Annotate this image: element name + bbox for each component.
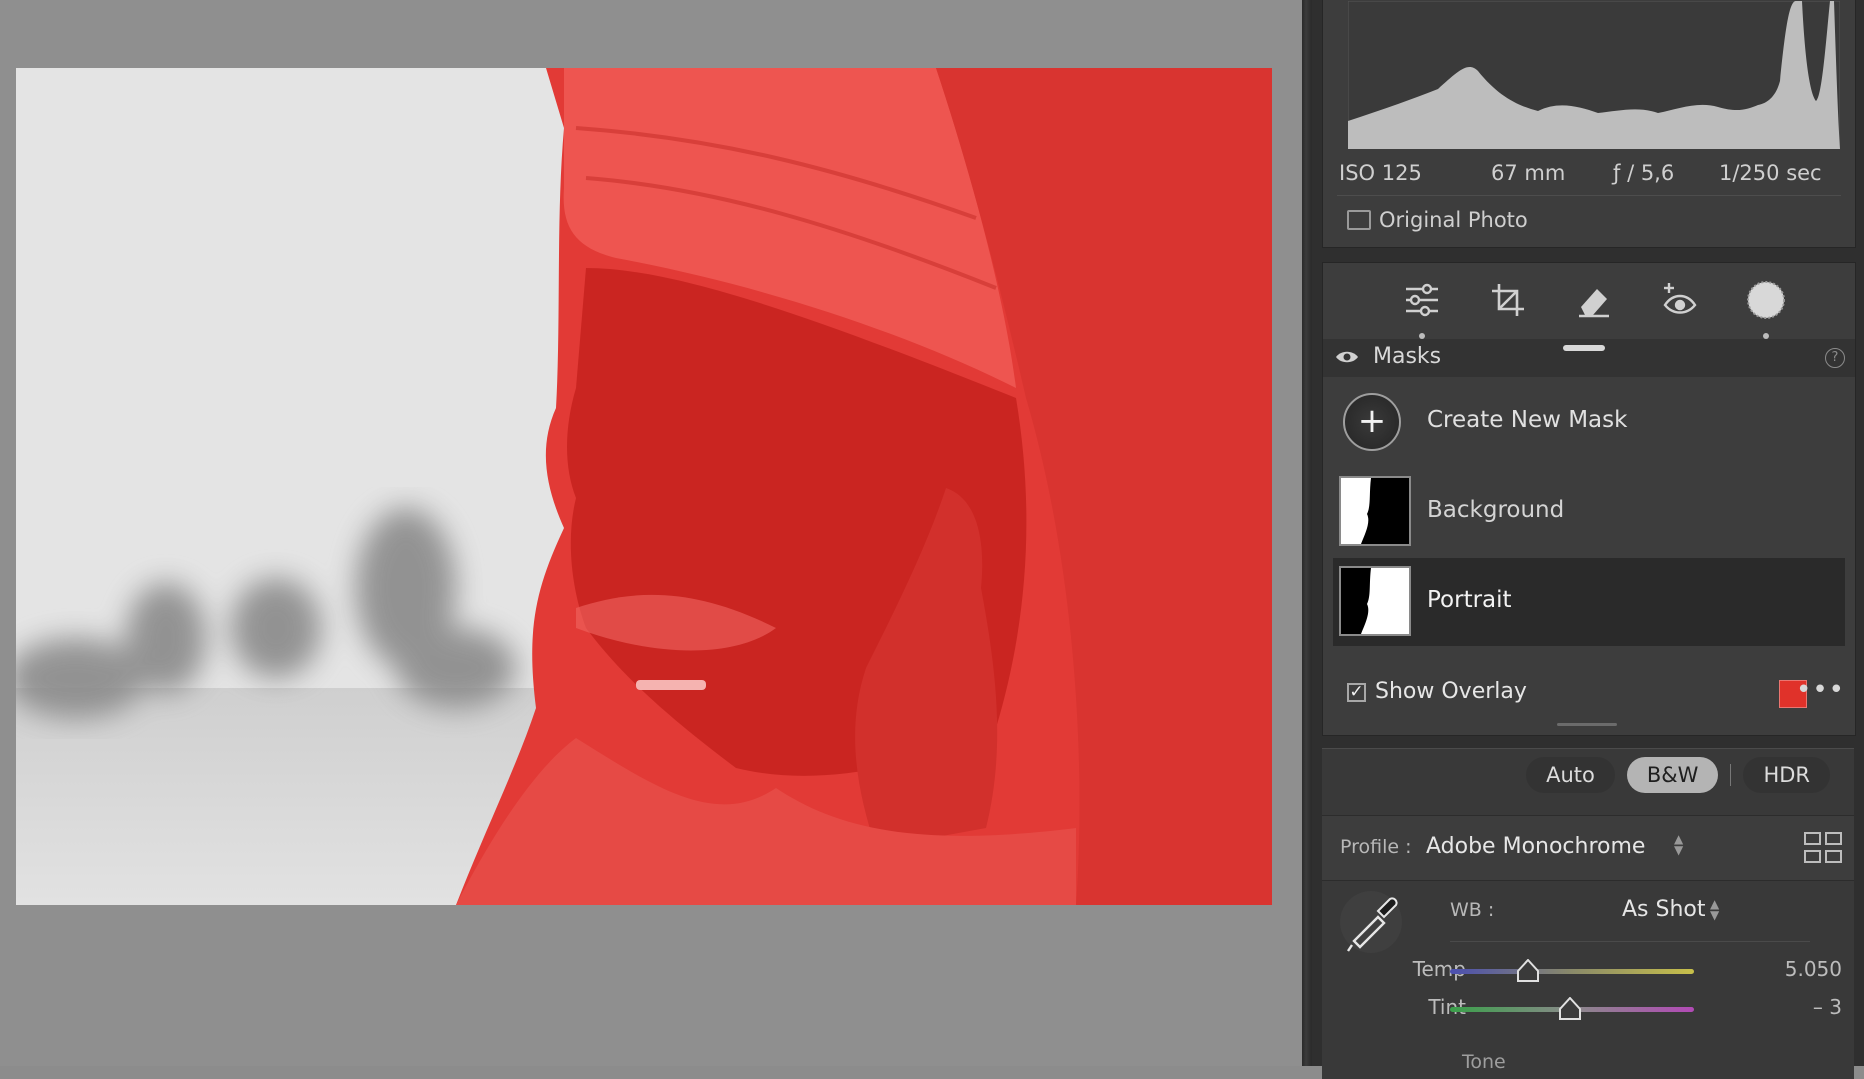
drag-handle-bottom[interactable] <box>1557 723 1617 726</box>
temp-slider-track[interactable] <box>1450 969 1694 974</box>
tool-strip <box>1323 263 1855 339</box>
more-options-icon[interactable]: ••• <box>1796 675 1845 705</box>
treatment-separator <box>1730 764 1732 786</box>
profile-row: Profile : Adobe Monochrome ▲ ▼ <box>1322 815 1854 881</box>
hdr-button[interactable]: HDR <box>1743 757 1830 793</box>
exif-aperture: ƒ / 5,6 <box>1613 161 1675 185</box>
image-canvas <box>0 0 1302 1066</box>
wb-label: WB : <box>1450 899 1495 921</box>
exif-focal-length: 67 mm <box>1491 161 1566 185</box>
bw-button[interactable]: B&W <box>1626 757 1719 793</box>
wb-stepper-icon[interactable]: ▲ ▼ <box>1710 898 1719 921</box>
profile-browser-icon[interactable] <box>1804 832 1842 864</box>
create-new-mask-row[interactable]: + Create New Mask <box>1323 377 1855 463</box>
show-overlay-row: ✓ Show Overlay ••• <box>1323 659 1855 723</box>
tint-value[interactable]: – 3 <box>1813 995 1842 1019</box>
eye-icon[interactable] <box>1335 349 1359 369</box>
mask-item-background[interactable]: Background <box>1333 468 1845 556</box>
mask-label-portrait: Portrait <box>1427 587 1512 613</box>
redeye-icon[interactable] <box>1657 277 1703 323</box>
auto-button[interactable]: Auto <box>1526 757 1615 793</box>
drag-handle-top[interactable] <box>1563 345 1605 351</box>
mask-label-background: Background <box>1427 497 1565 523</box>
crop-icon[interactable] <box>1485 277 1531 323</box>
eyedropper-icon[interactable] <box>1338 889 1404 959</box>
remove-icon[interactable] <box>1571 277 1617 323</box>
basic-panel: Auto B&W HDR Profile : Adobe Monochrome … <box>1322 748 1854 1079</box>
original-photo-checkbox[interactable] <box>1347 210 1371 230</box>
original-photo-toggle[interactable]: Original Photo <box>1347 208 1528 232</box>
mask-item-portrait[interactable]: Portrait <box>1333 558 1845 646</box>
histogram-graph <box>1348 1 1840 149</box>
exif-iso: ISO 125 <box>1339 161 1422 185</box>
edit-icon[interactable] <box>1399 277 1445 339</box>
show-overlay-label[interactable]: Show Overlay <box>1375 679 1527 704</box>
create-new-mask-label[interactable]: Create New Mask <box>1427 407 1627 433</box>
help-icon[interactable]: ? <box>1825 348 1845 368</box>
temp-slider-row: Temp 5.050 <box>1322 953 1854 989</box>
profile-stepper-icon[interactable]: ▲ ▼ <box>1674 833 1683 856</box>
mask-thumbnail-portrait <box>1339 566 1411 636</box>
masks-title: Masks <box>1373 344 1442 369</box>
photo-preview[interactable] <box>16 68 1272 905</box>
masking-icon[interactable] <box>1743 277 1789 339</box>
panel-divider[interactable] <box>1302 0 1312 1066</box>
histogram-panel: ISO 125 67 mm ƒ / 5,6 1/250 sec Original… <box>1322 0 1856 248</box>
wb-dropdown[interactable]: As Shot <box>1622 897 1706 922</box>
profile-label: Profile : <box>1340 836 1412 858</box>
profile-dropdown[interactable]: Adobe Monochrome <box>1426 834 1645 859</box>
temp-value[interactable]: 5.050 <box>1785 957 1842 981</box>
mask-thumbnail-background <box>1339 476 1411 546</box>
exif-shutter: 1/250 sec <box>1719 161 1822 185</box>
histogram-separator <box>1337 195 1841 196</box>
plus-icon[interactable]: + <box>1343 393 1401 451</box>
tone-section-label: Tone <box>1462 1051 1506 1073</box>
show-overlay-checkbox[interactable]: ✓ <box>1347 683 1366 702</box>
original-photo-label: Original Photo <box>1379 208 1528 232</box>
white-balance-row: WB : As Shot ▲ ▼ <box>1322 881 1854 953</box>
wb-underline <box>1450 941 1810 942</box>
right-panel: ISO 125 67 mm ƒ / 5,6 1/250 sec Original… <box>1312 0 1864 1079</box>
tint-slider-row: Tint – 3 <box>1322 991 1854 1027</box>
tools-panel: Masks ? + Create New Mask Background Por… <box>1322 262 1856 736</box>
treatment-buttons: Auto B&W HDR <box>1526 757 1830 793</box>
photo-image <box>16 68 1272 905</box>
